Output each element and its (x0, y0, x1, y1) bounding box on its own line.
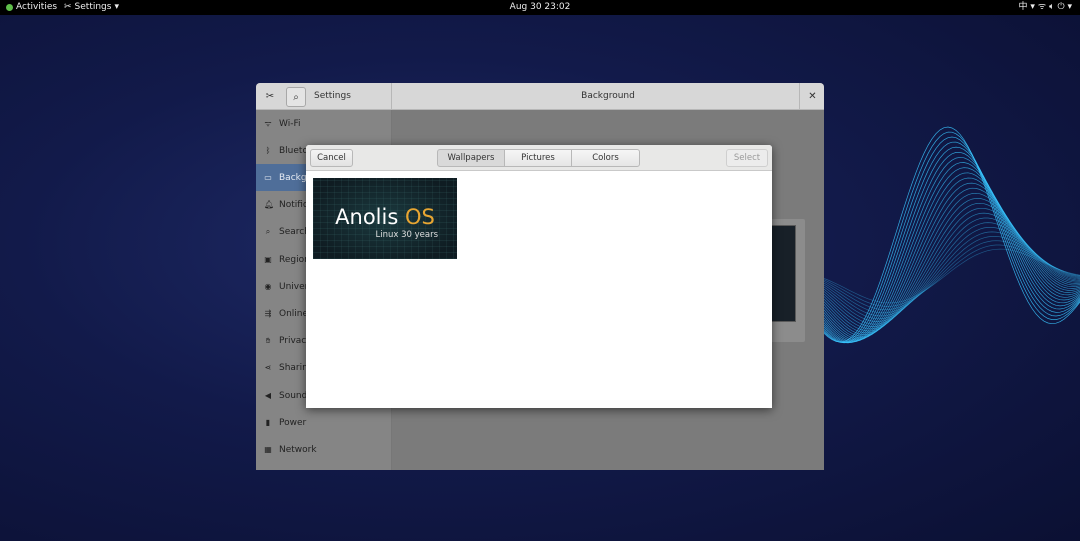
tools-icon[interactable]: ✂ (261, 87, 279, 105)
sidebar-item[interactable]: ▮ Power (256, 409, 391, 436)
select-button[interactable]: Select (726, 149, 768, 167)
wallpaper-chooser-dialog: Cancel Wallpapers Pictures Colors Select… (306, 145, 772, 408)
wave-line (800, 222, 1080, 322)
wave-line (800, 197, 1080, 334)
wallpaper-title: Anolis OS (313, 205, 457, 229)
search-toggle-button[interactable]: ⌕ (286, 87, 306, 107)
bluetooth-icon: ᛒ (265, 145, 271, 155)
input-method-label: 中 (1018, 2, 1028, 12)
wave-line (800, 141, 1080, 344)
sound-icon: ◀ (264, 390, 272, 400)
background-icon: ▭ (264, 172, 272, 182)
cancel-button[interactable]: Cancel (310, 149, 353, 167)
search-icon: ⌕ (265, 227, 271, 237)
wifi-icon: ᯤ (264, 118, 272, 128)
tab-pictures[interactable]: Pictures (504, 149, 572, 167)
wave-line (800, 126, 1080, 343)
wave-line (800, 167, 1080, 342)
wallpaper-wave (800, 126, 1080, 344)
network-wireless-icon: ᯤ (1037, 2, 1047, 12)
wallpaper-title-accent: OS (404, 205, 435, 229)
panel-title: Background (581, 91, 635, 101)
sidebar-item[interactable]: ᯤ Wi-Fi (256, 110, 391, 137)
wave-line (800, 240, 1080, 311)
sidebar-item-label: Wi-Fi (279, 118, 301, 129)
online-accounts-icon: ⇶ (264, 308, 272, 318)
privacy-icon: ✋︎ (265, 336, 271, 346)
clock[interactable]: Aug 30 23:02 (0, 0, 1080, 15)
dialog-header-bar: Cancel Wallpapers Pictures Colors Select (306, 145, 772, 171)
close-button[interactable]: ✕ (799, 83, 824, 109)
power-icon: ⏻ ▾ (1057, 2, 1073, 12)
tab-wallpapers[interactable]: Wallpapers (437, 149, 505, 167)
sharing-icon: ⋖ (264, 363, 272, 373)
sidebar-item-label: Network (279, 444, 317, 455)
bell-icon: 🔔︎ (264, 200, 275, 210)
clock-label: Aug 30 23:02 (509, 2, 571, 12)
wallpaper-thumbnail[interactable]: Anolis OS Linux 30 years (313, 178, 457, 259)
network-icon: ▦ (264, 444, 272, 454)
input-method-indicator[interactable]: 中 ▾ (1018, 0, 1034, 15)
sidebar-item-label: Sound (279, 390, 308, 401)
close-icon: ✕ (808, 90, 817, 102)
wallpaper-title-main: Anolis (335, 205, 405, 229)
search-icon: ⌕ (293, 91, 299, 103)
tab-colors[interactable]: Colors (571, 149, 640, 167)
system-tray[interactable]: 中 ▾ ᯤ 🔈︎ ⏻ ▾ (1018, 0, 1072, 15)
sidebar-item[interactable]: ▦ Network (256, 436, 391, 463)
power-icon: ▮ (265, 417, 271, 427)
settings-title: Settings (314, 91, 351, 101)
settings-header-bar: ✂ ⌕ Settings Background ✕ (256, 83, 824, 110)
volume-icon: 🔈︎ (1049, 2, 1055, 12)
region-icon: ▣ (264, 254, 272, 264)
sidebar-item-label: Power (279, 417, 307, 428)
top-bar: Activities ✂ Settings ▾ Aug 30 23:02 中 ▾… (0, 0, 1080, 15)
universal-access-icon: ◉ (264, 281, 272, 291)
wallpaper-subtitle: Linux 30 years (375, 230, 438, 240)
wave-line (800, 236, 1080, 314)
wave-line (800, 156, 1080, 343)
tab-group: Wallpapers Pictures Colors (437, 149, 640, 167)
